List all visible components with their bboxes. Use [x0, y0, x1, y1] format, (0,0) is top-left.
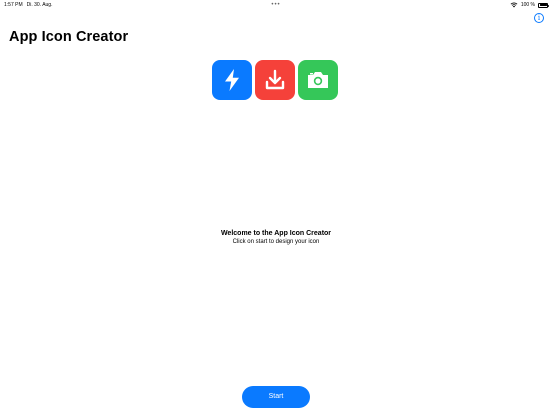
- status-time: 1:57 PM: [4, 2, 23, 8]
- wifi-icon: [510, 2, 518, 8]
- info-icon[interactable]: i: [534, 13, 544, 23]
- multitasking-dots[interactable]: •••: [271, 0, 280, 10]
- camera-icon: [298, 60, 338, 100]
- download-icon: [255, 60, 295, 100]
- status-bar: 1:57 PM Di. 30. Aug. ••• 100 %: [0, 0, 552, 10]
- battery-percent: 100 %: [520, 2, 535, 8]
- icon-row: [212, 60, 338, 100]
- status-right: 100 %: [510, 0, 549, 10]
- lightning-bolt-icon: [212, 60, 252, 100]
- status-left: 1:57 PM Di. 30. Aug.: [4, 0, 52, 10]
- screen: 1:57 PM Di. 30. Aug. ••• 100 % i App Ico…: [0, 0, 552, 414]
- welcome-subtitle: Click on start to design your icon: [232, 239, 320, 245]
- status-date: Di. 30. Aug.: [26, 2, 53, 8]
- welcome-title: Welcome to the App Icon Creator: [220, 230, 332, 237]
- battery-icon: [538, 2, 549, 8]
- start-button[interactable]: Start: [242, 386, 310, 408]
- welcome-message: Welcome to the App Icon Creator Click on…: [0, 230, 552, 246]
- page-title: App Icon Creator: [9, 29, 129, 45]
